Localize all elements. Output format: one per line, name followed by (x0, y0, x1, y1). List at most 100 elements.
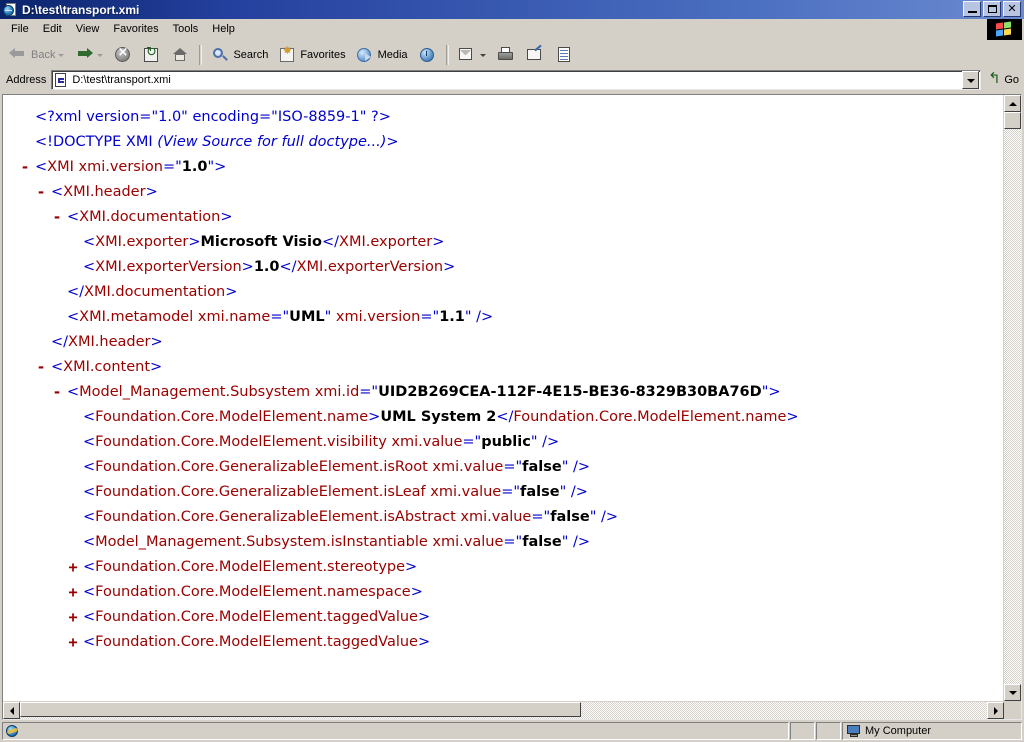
horizontal-scroll-track[interactable] (20, 702, 987, 719)
xml-punct: > (145, 184, 158, 200)
xml-line: <XMI.exporter>Microsoft Visio</XMI.expor… (3, 230, 1003, 255)
back-button[interactable]: Back (4, 44, 69, 66)
expand-toggle[interactable]: + (66, 605, 80, 630)
xml-tag: Foundation.Core.ModelElement.taggedValue (95, 609, 418, 625)
xml-punct: > (417, 634, 431, 650)
favorites-button[interactable]: Favorites (273, 44, 349, 66)
xml-punct: =" (162, 159, 182, 175)
menu-tools[interactable]: Tools (166, 21, 206, 38)
collapse-toggle[interactable]: - (50, 380, 64, 405)
vertical-scroll-track[interactable] (1004, 112, 1021, 684)
xml-punct: < (83, 509, 96, 525)
back-button-label: Back (31, 48, 56, 61)
collapse-toggle[interactable]: - (18, 155, 32, 180)
stop-button[interactable] (109, 44, 136, 66)
go-button[interactable]: Go (984, 70, 1024, 90)
print-button[interactable] (492, 44, 520, 66)
forward-arrow-icon (74, 45, 94, 65)
document-frame: <?xml version="1.0" encoding="ISO-8859-1… (2, 94, 1022, 720)
vertical-scrollbar[interactable] (1003, 95, 1021, 701)
xml-punct: < (83, 634, 96, 650)
expand-toggle[interactable]: + (66, 580, 80, 605)
xml-punct: > (150, 334, 163, 350)
xml-line: + <Foundation.Core.ModelElement.taggedVal… (3, 605, 1003, 630)
forward-button[interactable] (70, 44, 108, 66)
xml-punct: " /> (561, 459, 591, 475)
horizontal-scroll-thumb[interactable] (20, 702, 581, 717)
xml-punct: </ (51, 334, 69, 350)
xml-aval: 1.0 (181, 159, 208, 175)
restore-button[interactable] (983, 1, 1001, 17)
xml-txt: 1.0 (253, 259, 280, 275)
vertical-scroll-thumb[interactable] (1004, 112, 1021, 129)
horizontal-scrollbar[interactable] (3, 701, 1021, 719)
back-dropdown-icon[interactable] (56, 46, 65, 64)
xml-line: <!DOCTYPE XMI (View Source for full doct… (3, 130, 1003, 155)
xml-line: - <XMI.documentation> (3, 205, 1003, 230)
xml-viewer[interactable]: <?xml version="1.0" encoding="ISO-8859-1… (3, 95, 1003, 701)
minimize-button[interactable] (963, 1, 981, 17)
refresh-button[interactable] (137, 44, 165, 66)
menu-file[interactable]: File (4, 21, 36, 38)
edit-button[interactable] (521, 44, 549, 66)
collapse-toggle[interactable]: - (34, 355, 48, 380)
close-button[interactable]: ✕ (1003, 1, 1021, 17)
home-button[interactable] (166, 44, 194, 66)
xml-punct: " /> (464, 309, 494, 325)
forward-dropdown-icon[interactable] (95, 46, 104, 64)
status-pane-2 (790, 722, 815, 740)
xml-punct: < (67, 309, 80, 325)
scroll-left-button[interactable] (3, 702, 20, 719)
xml-aval: UID2B269CEA-112F-4E15-BE36-8329B30BA76D (378, 384, 762, 400)
collapse-toggle[interactable]: - (50, 205, 64, 230)
scroll-up-button[interactable] (1004, 95, 1021, 112)
search-button[interactable]: Search (206, 44, 272, 66)
menu-edit[interactable]: Edit (36, 21, 69, 38)
menu-help[interactable]: Help (205, 21, 242, 38)
document-area: <?xml version="1.0" encoding="ISO-8859-1… (0, 92, 1024, 720)
menu-view[interactable]: View (69, 21, 107, 38)
go-button-label: Go (1004, 74, 1019, 86)
xml-line: - <Model_Management.Subsystem xmi.id="UID… (3, 380, 1003, 405)
xml-punct: < (35, 159, 48, 175)
search-icon (210, 45, 230, 65)
xml-tag: XMI.exporter (95, 234, 189, 250)
media-button[interactable]: Media (351, 44, 412, 66)
history-button[interactable] (413, 44, 441, 66)
mail-icon (457, 45, 477, 65)
address-bar: Address D:\test\transport.xmi Go (0, 69, 1024, 92)
expand-toggle[interactable]: + (66, 555, 80, 580)
collapse-toggle[interactable]: - (34, 180, 48, 205)
xml-line: + <Foundation.Core.ModelElement.stereotyp… (3, 555, 1003, 580)
back-arrow-icon (8, 45, 28, 65)
scroll-right-button[interactable] (987, 702, 1004, 719)
xml-punct: </ (322, 234, 340, 250)
ie-globe-icon (6, 724, 20, 738)
xml-attr: xmi.value (455, 509, 532, 525)
xml-line: <XMI.metamodel xmi.name="UML" xmi.versio… (3, 305, 1003, 330)
discuss-button[interactable] (550, 44, 578, 66)
menu-favorites[interactable]: Favorites (106, 21, 165, 38)
xml-punct: < (83, 584, 96, 600)
discuss-icon (554, 45, 574, 65)
toolbar-separator-1 (199, 44, 203, 65)
xml-punct: =" (462, 434, 482, 450)
favorites-star-icon (277, 44, 297, 65)
media-icon (355, 45, 375, 65)
xml-line: <XMI.exporterVersion>1.0</XMI.exporterVe… (3, 255, 1003, 280)
address-value: D:\test\transport.xmi (72, 74, 171, 86)
scroll-down-button[interactable] (1004, 684, 1021, 701)
xml-punct: > (443, 259, 456, 275)
toolbar-separator-2 (445, 44, 449, 65)
address-dropdown-button[interactable] (962, 71, 980, 89)
xml-doct: > (386, 134, 399, 150)
xml-punct: </ (496, 409, 514, 425)
xml-punct: < (83, 484, 96, 500)
mail-dropdown-icon[interactable] (478, 46, 487, 64)
expand-toggle[interactable]: + (66, 630, 80, 655)
address-input[interactable]: D:\test\transport.xmi (51, 70, 982, 90)
edit-page-icon (525, 45, 545, 65)
mail-button[interactable] (453, 44, 491, 66)
xml-punct: "> (207, 159, 227, 175)
status-message-pane (2, 722, 789, 740)
